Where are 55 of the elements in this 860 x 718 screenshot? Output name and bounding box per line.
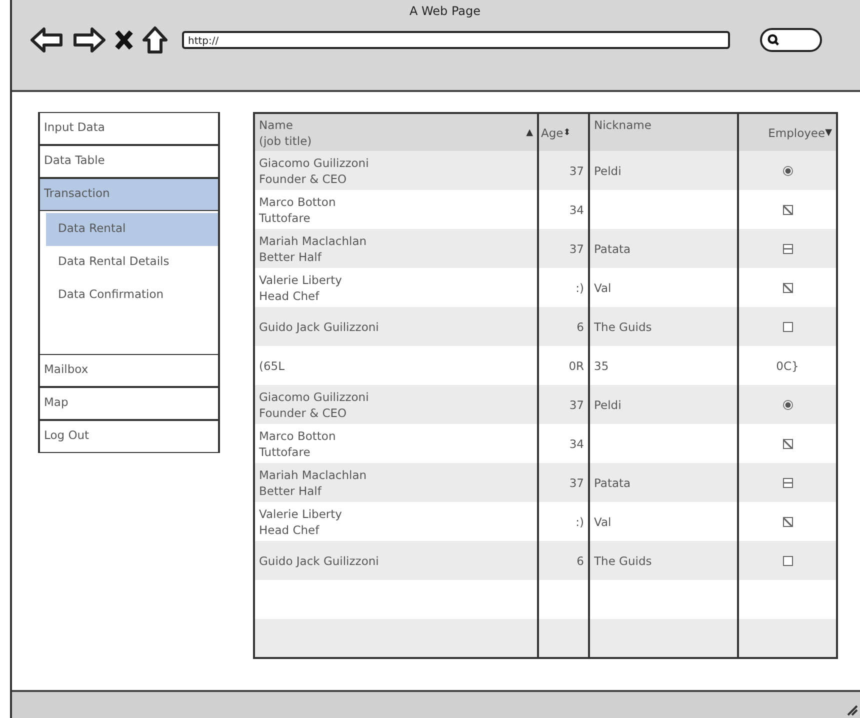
table-cell: 37 <box>539 463 590 502</box>
submenu-item[interactable]: Data Rental Details <box>46 246 218 279</box>
table-cell: Mariah Maclachlan Better Half <box>255 229 539 268</box>
window-title: A Web Page <box>408 4 482 20</box>
table-cell: 37 <box>539 229 590 268</box>
sidebar-item[interactable]: Transaction <box>38 178 220 211</box>
forward-arrow-icon[interactable] <box>72 27 106 53</box>
sort-indicator[interactable]: ▼ <box>825 124 832 140</box>
checkbox[interactable] <box>782 556 792 566</box>
table-cell: Guido Jack Guilizzoni <box>255 541 539 580</box>
sidebar-item[interactable]: Map <box>38 387 220 420</box>
column-label: Employee <box>768 124 826 140</box>
sort-indicator[interactable]: ▲ <box>526 124 533 140</box>
sidebar-item[interactable]: Input Data <box>38 112 220 145</box>
table-cell: Patata <box>590 229 739 268</box>
sidebar-item[interactable]: Log Out <box>38 420 220 453</box>
table-cell-text: 0C} <box>775 358 800 374</box>
close-icon[interactable] <box>114 29 134 51</box>
checkbox[interactable] <box>782 204 792 214</box>
radio-button[interactable] <box>782 166 792 176</box>
search-field[interactable] <box>760 28 822 52</box>
table-cell: Peldi <box>590 151 739 190</box>
table-cell: Giacomo Guilizzoni Founder & CEO <box>255 151 539 190</box>
column-label: Age <box>541 124 564 140</box>
radio-button[interactable] <box>782 400 792 410</box>
table-cell: 37 <box>539 151 590 190</box>
submenu-item[interactable]: Data Rental <box>46 213 218 246</box>
search-icon <box>767 33 780 47</box>
column-label: Nickname <box>594 117 652 133</box>
home-icon[interactable] <box>142 26 168 54</box>
back-arrow-icon[interactable] <box>30 27 64 53</box>
table-cell: 37 <box>539 385 590 424</box>
table-cell: Giacomo Guilizzoni Founder & CEO <box>255 385 539 424</box>
sidebar-item[interactable]: Data Table <box>38 145 220 178</box>
column-label: Name (job title) <box>259 117 312 149</box>
sort-indicator[interactable]: ⬍ <box>563 124 571 140</box>
checkbox[interactable] <box>782 244 792 254</box>
checkbox[interactable] <box>782 438 792 448</box>
column-header[interactable]: Employee▼ <box>739 114 836 151</box>
table-cell: The Guids <box>590 307 739 346</box>
resize-grip-icon[interactable] <box>846 704 858 716</box>
table-cell: The Guids <box>590 541 739 580</box>
table-cell: Peldi <box>590 385 739 424</box>
table-cell: Mariah Maclachlan Better Half <box>255 463 539 502</box>
table-cell: Patata <box>590 463 739 502</box>
submenu-item[interactable]: Data Confirmation <box>46 279 218 312</box>
checkbox[interactable] <box>782 516 792 526</box>
checkbox[interactable] <box>782 478 792 488</box>
checkbox[interactable] <box>782 282 792 292</box>
checkbox[interactable] <box>782 322 792 332</box>
table-cell: Guido Jack Guilizzoni <box>255 307 539 346</box>
table-cell: 6 <box>539 541 590 580</box>
table-cell: 6 <box>539 307 590 346</box>
sidebar-item[interactable]: Mailbox <box>38 354 220 387</box>
url-field[interactable]: http:// <box>182 31 730 49</box>
